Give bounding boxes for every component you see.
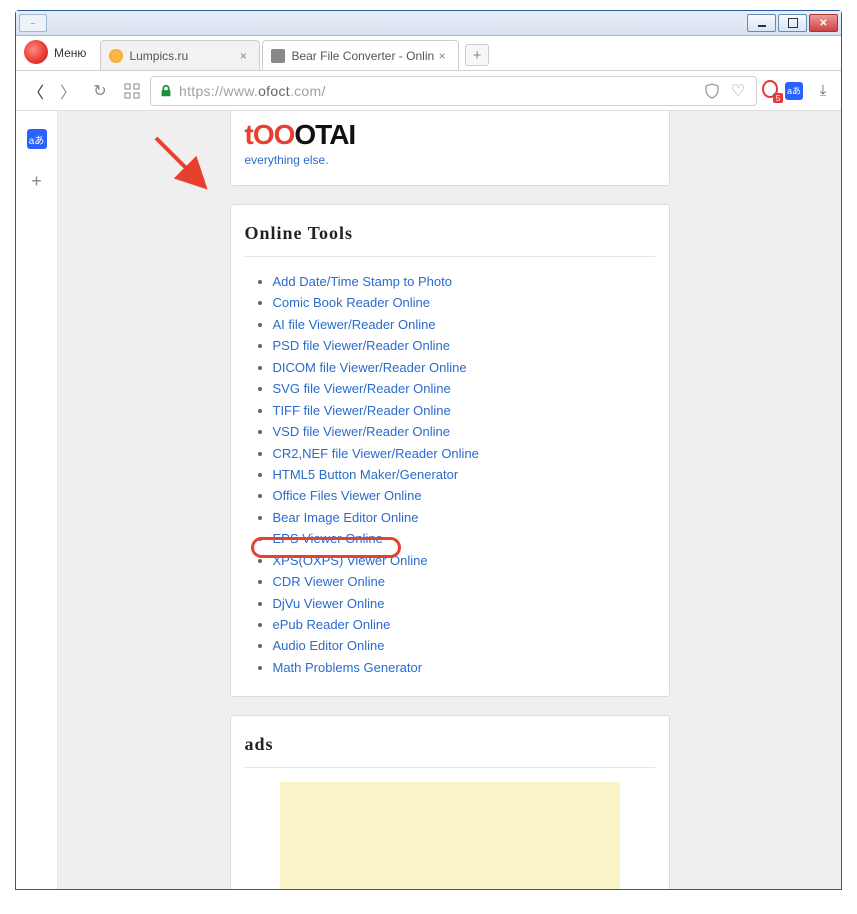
speed-dial-button[interactable] [118, 77, 146, 105]
tab-close-button[interactable]: × [434, 49, 450, 63]
tool-link[interactable]: XPS(OXPS) Viewer Online [273, 553, 428, 568]
tool-link[interactable]: DICOM file Viewer/Reader Online [273, 360, 467, 375]
list-item: Math Problems Generator [273, 657, 655, 678]
list-item: Add Date/Time Stamp to Photo [273, 271, 655, 292]
tool-link[interactable]: HTML5 Button Maker/Generator [273, 467, 459, 482]
list-item: ePub Reader Online [273, 614, 655, 635]
tool-link[interactable]: Comic Book Reader Online [273, 295, 431, 310]
ads-card: ads [230, 715, 670, 889]
tab-bear-converter[interactable]: Bear File Converter - Onlin × [262, 40, 459, 70]
lock-icon [159, 84, 173, 98]
section-heading: Online Tools [245, 217, 655, 257]
translate-extension-icon[interactable]: aあ [785, 82, 803, 100]
tab-close-button[interactable]: × [235, 49, 251, 63]
list-item: Comic Book Reader Online [273, 292, 655, 313]
online-tools-card: Online Tools Add Date/Time Stamp to Phot… [230, 204, 670, 697]
tool-link[interactable]: DjVu Viewer Online [273, 596, 385, 611]
tool-link[interactable]: VSD file Viewer/Reader Online [273, 424, 451, 439]
sidebar-add-button[interactable]: + [27, 171, 47, 191]
tool-link[interactable]: EPS Viewer Online [273, 531, 383, 546]
site-logo: tOOOTAI [245, 119, 655, 151]
webpage-viewport[interactable]: tOOOTAI everything else. Online Tools Ad… [58, 111, 841, 889]
content-area: aあ + tOOOTAI everything else. Online Too… [16, 111, 841, 889]
window-maximize-button[interactable] [778, 14, 807, 32]
tab-title: Lumpics.ru [129, 49, 235, 63]
tab-lumpics[interactable]: Lumpics.ru × [100, 40, 260, 70]
tool-link[interactable]: ePub Reader Online [273, 617, 391, 632]
bookmark-icon[interactable]: ♡ [728, 81, 748, 101]
list-item: Audio Editor Online [273, 635, 655, 656]
list-item: CR2,NEF file Viewer/Reader Online [273, 443, 655, 464]
list-item: Office Files Viewer Online [273, 485, 655, 506]
sidebar-translate-icon[interactable]: aあ [27, 129, 47, 149]
window-minimize-button[interactable] [747, 14, 776, 32]
tool-link-list: Add Date/Time Stamp to Photo Comic Book R… [245, 271, 655, 678]
toolbar: 〈 〉 ↻ https://www.ofoct.com/ ♡ 5 aあ ⤓ [16, 71, 841, 111]
list-item: SVG file Viewer/Reader Online [273, 378, 655, 399]
tool-link[interactable]: AI file Viewer/Reader Online [273, 317, 436, 332]
window-titlebar: ⎯ [16, 11, 841, 36]
forward-button[interactable]: 〉 [54, 77, 82, 105]
tool-link[interactable]: Office Files Viewer Online [273, 488, 422, 503]
list-item: DjVu Viewer Online [273, 593, 655, 614]
vpn-icon[interactable] [702, 81, 722, 101]
list-item: EPS Viewer Online [273, 528, 655, 549]
browser-window: ⎯ Меню Lumpics.ru × Bear File Converter … [15, 10, 842, 890]
section-heading: ads [245, 728, 655, 768]
list-item: PSD file Viewer/Reader Online [273, 335, 655, 356]
list-item: XPS(OXPS) Viewer Online [273, 550, 655, 571]
badge-count: 5 [773, 93, 783, 103]
favicon-icon [271, 49, 285, 63]
browser-menu-label[interactable]: Меню [54, 46, 86, 60]
tab-title: Bear File Converter - Onlin [291, 49, 434, 63]
tool-link[interactable]: Bear Image Editor Online [273, 510, 419, 525]
list-item: DICOM file Viewer/Reader Online [273, 357, 655, 378]
list-item: TIFF file Viewer/Reader Online [273, 400, 655, 421]
site-header-fragment: tOOOTAI everything else. [230, 111, 670, 186]
titlebar-app-button[interactable]: ⎯ [19, 14, 47, 32]
sidebar: aあ + [16, 111, 58, 889]
tool-link[interactable]: SVG file Viewer/Reader Online [273, 381, 451, 396]
tool-link[interactable]: Add Date/Time Stamp to Photo [273, 274, 452, 289]
reload-button[interactable]: ↻ [86, 77, 114, 105]
opera-extension-icon[interactable]: 5 [761, 80, 781, 101]
tool-link[interactable]: Audio Editor Online [273, 638, 385, 653]
back-button[interactable]: 〈 [22, 77, 50, 105]
tool-link[interactable]: PSD file Viewer/Reader Online [273, 338, 451, 353]
tool-link[interactable]: Math Problems Generator [273, 660, 423, 675]
favicon-icon [109, 49, 123, 63]
url-text: https://www.ofoct.com/ [179, 83, 326, 99]
tool-link[interactable]: CDR Viewer Online [273, 574, 385, 589]
list-item: CDR Viewer Online [273, 571, 655, 592]
opera-logo-icon[interactable] [24, 40, 48, 64]
tool-link[interactable]: CR2,NEF file Viewer/Reader Online [273, 446, 479, 461]
tagline-link[interactable]: everything else. [245, 153, 329, 167]
list-item: VSD file Viewer/Reader Online [273, 421, 655, 442]
address-bar[interactable]: https://www.ofoct.com/ ♡ [150, 76, 757, 106]
list-item: AI file Viewer/Reader Online [273, 314, 655, 335]
tab-strip: Меню Lumpics.ru × Bear File Converter - … [16, 36, 841, 71]
list-item: HTML5 Button Maker/Generator [273, 464, 655, 485]
list-item: Bear Image Editor Online [273, 507, 655, 528]
new-tab-button[interactable]: + [465, 44, 489, 66]
tool-link[interactable]: TIFF file Viewer/Reader Online [273, 403, 451, 418]
window-close-button[interactable] [809, 14, 838, 32]
ad-placeholder [280, 782, 620, 889]
downloads-button[interactable]: ⤓ [811, 82, 835, 99]
